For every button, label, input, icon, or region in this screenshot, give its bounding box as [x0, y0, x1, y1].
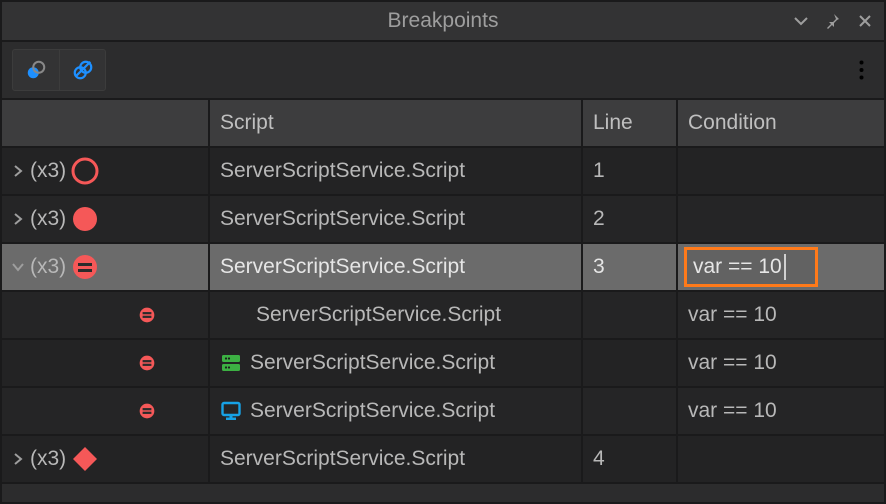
- server-icon: [220, 352, 242, 374]
- breakpoint-indicator-cell: [2, 292, 210, 338]
- line-number: 2: [593, 207, 605, 231]
- breakpoint-child-row[interactable]: ServerScriptService.Script var == 10: [2, 388, 884, 436]
- breakpoint-indicator-cell: (x3): [2, 196, 210, 242]
- breakpoints-clear-icon: [72, 59, 94, 81]
- group-count: (x3): [30, 207, 66, 231]
- script-cell: ServerScriptService.Script: [210, 148, 583, 194]
- column-header-line[interactable]: Line: [583, 100, 678, 146]
- expand-toggle[interactable]: [10, 451, 26, 467]
- line-number: 3: [593, 255, 605, 279]
- breakpoint-icon[interactable]: [70, 252, 100, 282]
- text-caret: [784, 254, 786, 280]
- column-header-script[interactable]: Script: [210, 100, 583, 146]
- condition-text: var == 10: [688, 399, 777, 423]
- toolbar: [2, 42, 884, 100]
- title-bar: Breakpoints: [2, 2, 884, 42]
- expand-toggle[interactable]: [10, 163, 26, 179]
- kebab-icon: [859, 60, 864, 80]
- breakpoint-child-row[interactable]: ServerScriptService.Script var == 10: [2, 340, 884, 388]
- line-cell: [583, 292, 678, 338]
- condition-cell[interactable]: [678, 196, 884, 242]
- breakpoint-toggle-icon: [25, 59, 47, 81]
- expand-toggle[interactable]: [10, 259, 26, 275]
- breakpoint-icon[interactable]: [70, 204, 100, 234]
- script-cell: ServerScriptService.Script: [210, 388, 583, 434]
- window-menu-button[interactable]: [788, 8, 814, 34]
- client-icon: [220, 400, 242, 422]
- close-button[interactable]: [852, 8, 878, 34]
- script-path: ServerScriptService.Script: [220, 207, 465, 231]
- chevron-down-icon: [793, 13, 809, 29]
- close-icon: [857, 13, 873, 29]
- breakpoint-indicator-cell: (x3): [2, 148, 210, 194]
- line-cell: [583, 340, 678, 386]
- breakpoint-group-row[interactable]: (x3) ServerScriptService.Script 2: [2, 196, 884, 244]
- pin-button[interactable]: [820, 8, 846, 34]
- line-cell: 1: [583, 148, 678, 194]
- title-bar-controls: [788, 2, 878, 40]
- script-path: ServerScriptService.Script: [250, 399, 495, 423]
- line-number: 1: [593, 159, 605, 183]
- breakpoint-filter-group: [12, 49, 106, 91]
- breakpoint-indicator-cell: [2, 388, 210, 434]
- breakpoint-icon[interactable]: [70, 444, 100, 474]
- condition-cell[interactable]: var == 10: [678, 244, 884, 290]
- script-path: ServerScriptService.Script: [220, 255, 465, 279]
- column-header-breakpoint[interactable]: [2, 100, 210, 146]
- breakpoints-panel: Breakpoints: [0, 0, 886, 504]
- script-cell: ServerScriptService.Script: [210, 436, 583, 482]
- breakpoint-icon[interactable]: [70, 156, 100, 186]
- clear-all-breakpoints-button[interactable]: [59, 50, 105, 90]
- line-cell: 3: [583, 244, 678, 290]
- breakpoint-icon[interactable]: [132, 348, 162, 378]
- grid-header: Script Line Condition: [2, 100, 884, 148]
- condition-cell[interactable]: var == 10: [678, 388, 884, 434]
- breakpoint-icon[interactable]: [132, 396, 162, 426]
- condition-cell[interactable]: [678, 148, 884, 194]
- script-path: ServerScriptService.Script: [220, 447, 465, 471]
- condition-cell[interactable]: [678, 436, 884, 482]
- breakpoint-icon[interactable]: [132, 300, 162, 330]
- expand-toggle[interactable]: [10, 211, 26, 227]
- breakpoint-child-row[interactable]: ServerScriptService.Script var == 10: [2, 292, 884, 340]
- pin-icon: [825, 13, 841, 29]
- line-cell: 4: [583, 436, 678, 482]
- script-path: ServerScriptService.Script: [220, 159, 465, 183]
- line-cell: 2: [583, 196, 678, 242]
- condition-text: var == 10: [688, 351, 777, 375]
- condition-edit-field[interactable]: var == 10: [684, 247, 818, 287]
- breakpoint-group-row[interactable]: (x3) ServerScriptService.Script 3 var == 10: [2, 244, 884, 292]
- breakpoint-group-row[interactable]: (x3) ServerScriptService.Script 1: [2, 148, 884, 196]
- line-cell: [583, 388, 678, 434]
- panel-title: Breakpoints: [388, 9, 499, 33]
- condition-cell[interactable]: var == 10: [678, 292, 884, 338]
- script-cell: ServerScriptService.Script: [210, 340, 583, 386]
- script-path: ServerScriptService.Script: [256, 303, 501, 327]
- breakpoint-indicator-cell: (x3): [2, 436, 210, 482]
- breakpoints-grid: Script Line Condition (x3) ServerScriptSe…: [2, 100, 884, 502]
- more-options-button[interactable]: [848, 50, 874, 90]
- disable-all-breakpoints-button[interactable]: [13, 50, 59, 90]
- group-count: (x3): [30, 255, 66, 279]
- breakpoint-group-row[interactable]: (x3) ServerScriptService.Script 4: [2, 436, 884, 484]
- script-cell: ServerScriptService.Script: [210, 196, 583, 242]
- script-path: ServerScriptService.Script: [250, 351, 495, 375]
- breakpoint-indicator-cell: (x3): [2, 244, 210, 290]
- column-header-condition[interactable]: Condition: [678, 100, 884, 146]
- script-cell: ServerScriptService.Script: [210, 244, 583, 290]
- script-cell: ServerScriptService.Script: [210, 292, 583, 338]
- line-number: 4: [593, 447, 605, 471]
- condition-text: var == 10: [688, 303, 777, 327]
- breakpoint-indicator-cell: [2, 340, 210, 386]
- group-count: (x3): [30, 447, 66, 471]
- condition-cell[interactable]: var == 10: [678, 340, 884, 386]
- group-count: (x3): [30, 159, 66, 183]
